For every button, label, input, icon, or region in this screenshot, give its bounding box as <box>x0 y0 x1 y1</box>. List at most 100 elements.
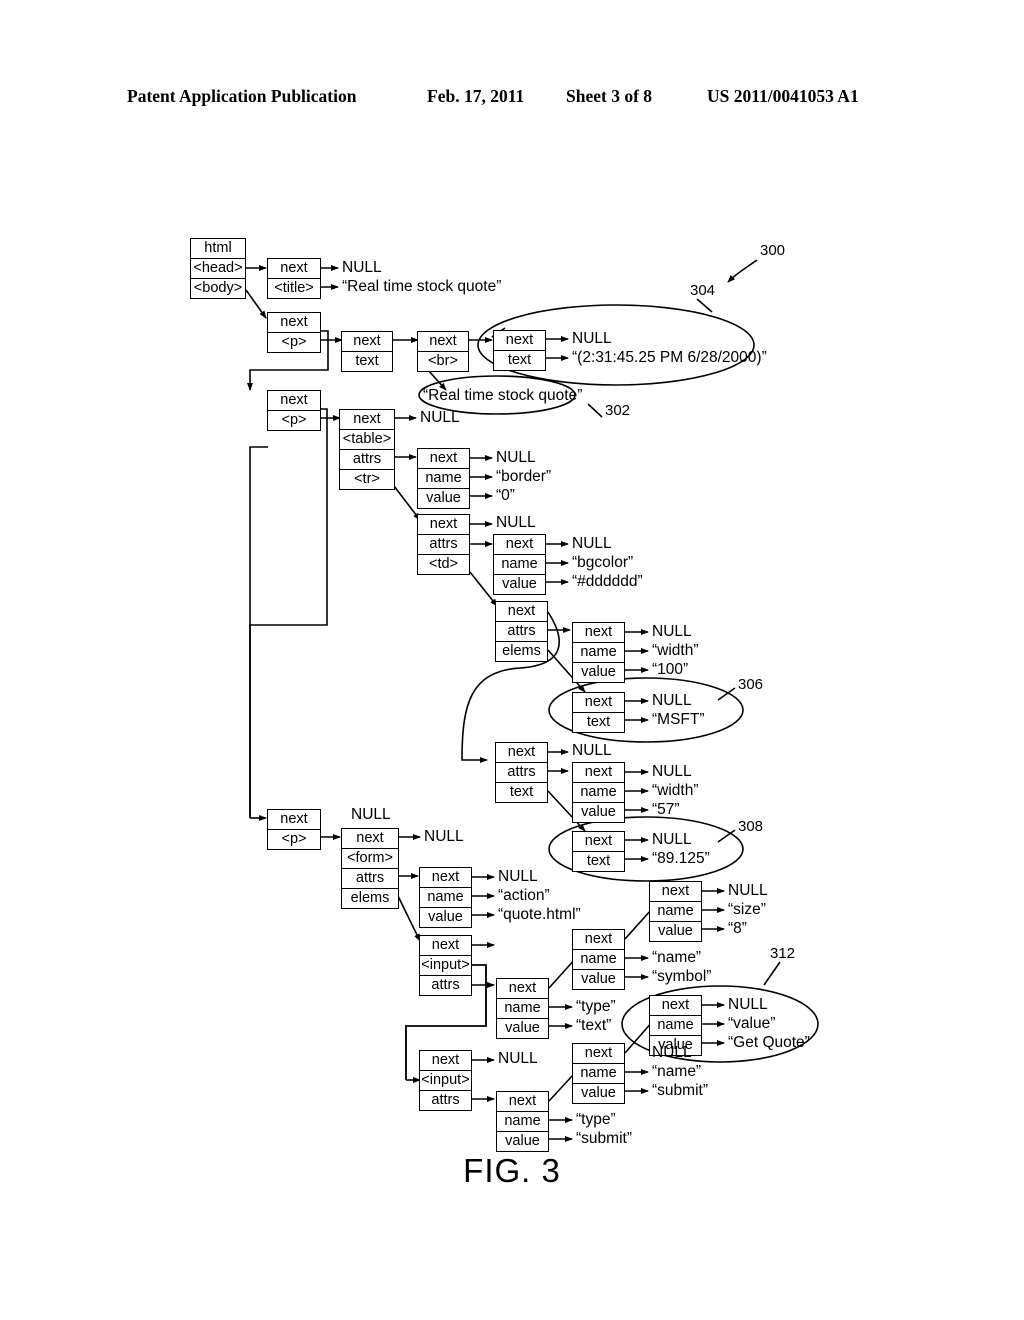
node-p1[interactable]: next <p> <box>267 312 321 353</box>
node-cell: <input> <box>420 1071 471 1091</box>
node-cell: attrs <box>418 535 469 555</box>
node-cell: text <box>573 852 624 871</box>
node-cell: value <box>418 489 469 508</box>
node-p2[interactable]: next <p> <box>267 390 321 431</box>
node-td[interactable]: next attrs <td> <box>417 514 470 575</box>
node-cell: <br> <box>418 352 468 371</box>
node-cell: text <box>494 351 545 370</box>
node-td2[interactable]: next attrs text <box>495 742 548 803</box>
node-attr-bgcolor[interactable]: next name value <box>493 534 546 595</box>
node-attr-width-100[interactable]: next name value <box>572 622 625 683</box>
node-cell: name <box>650 1016 701 1036</box>
node-cell: next <box>268 313 320 333</box>
node-attr-type-submit[interactable]: next name value <box>496 1091 549 1152</box>
node-cell: next <box>342 829 398 849</box>
node-msft-text[interactable]: next text <box>572 692 625 733</box>
figure-3-diagram: html <head> <body> next <title> NULL “Re… <box>0 0 1024 1320</box>
node-cell: next <box>650 882 701 902</box>
node-cell: next <box>420 868 471 888</box>
value-null-p3: NULL <box>351 806 391 823</box>
value-price-text: “89.125” <box>652 850 710 867</box>
node-cell: elems <box>496 642 547 661</box>
node-br[interactable]: next <br> <box>417 331 469 372</box>
node-cell: next <box>420 936 471 956</box>
node-cell: attrs <box>342 869 398 889</box>
value-submit-type-value: “submit” <box>576 1130 632 1147</box>
reference-numeral-304: 304 <box>690 282 716 299</box>
value-getquote-value: “Get Quote” <box>728 1034 810 1051</box>
value-null-form-next: NULL <box>424 828 464 845</box>
node-attr-name-submit[interactable]: next name value <box>572 1043 625 1104</box>
node-attr-name-symbol[interactable]: next name value <box>572 929 625 990</box>
node-cell: next <box>342 332 392 352</box>
value-width100-name: “width” <box>652 642 699 659</box>
node-cell: attrs <box>496 763 547 783</box>
node-timestamp-text[interactable]: next text <box>493 330 546 371</box>
value-null-title-next: NULL <box>342 259 382 276</box>
node-attr-action[interactable]: next name value <box>419 867 472 928</box>
value-null-getquote-next: NULL <box>728 996 768 1013</box>
reference-numeral-312: 312 <box>770 945 796 962</box>
node-p3[interactable]: next <p> <box>267 809 321 850</box>
value-null-input2-next: NULL <box>498 1050 538 1067</box>
node-cell: value <box>420 908 471 927</box>
node-cell: attrs <box>340 450 394 470</box>
node-cell: text <box>342 352 392 371</box>
node-cell: next <box>494 331 545 351</box>
node-cell: <p> <box>268 411 320 430</box>
node-table[interactable]: next <table> attrs <tr> <box>339 409 395 490</box>
node-cell: name <box>573 1064 624 1084</box>
node-cell: value <box>497 1019 548 1038</box>
value-getquote-name: “value” <box>728 1015 776 1032</box>
node-cell: next <box>340 410 394 430</box>
node-cell: name <box>573 643 624 663</box>
value-null-border-next: NULL <box>496 449 536 466</box>
value-bgcolor-value: “#dddddd” <box>572 573 643 590</box>
node-attr-size-8[interactable]: next name value <box>649 881 702 942</box>
value-null-submit-name-next: NULL <box>652 1044 692 1061</box>
reference-numeral-302: 302 <box>605 402 631 419</box>
node-cell: <input> <box>420 956 471 976</box>
node-td-elems[interactable]: next attrs elems <box>495 601 548 662</box>
node-cell: <tr> <box>340 470 394 489</box>
value-size-name: “size” <box>728 901 766 918</box>
node-price-text[interactable]: next text <box>572 831 625 872</box>
value-type-value: “text” <box>576 1017 612 1034</box>
value-null-time-next: NULL <box>572 330 612 347</box>
value-timestamp-string: “(2:31:45.25 PM 6/28/2000)” <box>572 349 767 366</box>
node-cell: <body> <box>191 279 245 298</box>
value-null-td-next: NULL <box>496 514 536 531</box>
value-border-name: “border” <box>496 468 552 485</box>
value-msft-text: “MSFT” <box>652 711 705 728</box>
node-cell: name <box>573 950 624 970</box>
node-cell: <table> <box>340 430 394 450</box>
node-cell: <td> <box>418 555 469 574</box>
node-cell: next <box>573 693 624 713</box>
node-form[interactable]: next <form> attrs elems <box>341 828 399 909</box>
value-name-name: “name” <box>652 949 702 966</box>
node-cell: value <box>650 922 701 941</box>
node-attr-width-57[interactable]: next name value <box>572 762 625 823</box>
node-cell: elems <box>342 889 398 908</box>
node-input2[interactable]: next <input> attrs <box>419 1050 472 1111</box>
value-null-width100-next: NULL <box>652 623 692 640</box>
value-name-value: “symbol” <box>652 968 712 985</box>
value-null-table-next: NULL <box>420 409 460 426</box>
value-null-price-next: NULL <box>652 831 692 848</box>
node-attr-type-text[interactable]: next name value <box>496 978 549 1039</box>
node-cell: text <box>496 783 547 802</box>
node-cell: next <box>573 623 624 643</box>
node-p1-text[interactable]: next text <box>341 331 393 372</box>
node-title[interactable]: next <title> <box>267 258 321 299</box>
node-cell: value <box>573 803 624 822</box>
node-cell: <p> <box>268 333 320 352</box>
value-submit-name-value: “submit” <box>652 1082 708 1099</box>
node-attr-border[interactable]: next name value <box>417 448 470 509</box>
node-input1[interactable]: next <input> attrs <box>419 935 472 996</box>
node-html-root[interactable]: html <head> <body> <box>190 238 246 299</box>
node-cell: next <box>268 391 320 411</box>
value-border-value: “0” <box>496 487 515 504</box>
node-cell: next <box>496 602 547 622</box>
node-cell: name <box>573 783 624 803</box>
node-cell: next <box>573 832 624 852</box>
